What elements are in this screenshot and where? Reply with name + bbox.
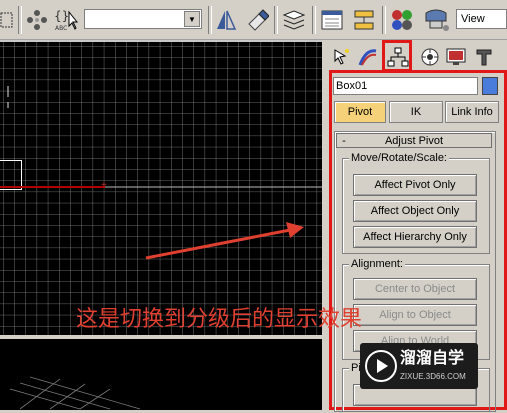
watermark-brand: 溜溜自学 (400, 348, 465, 367)
reference-coordinate-field[interactable]: View (456, 9, 507, 29)
annotation-arrow (145, 222, 304, 260)
object-color-swatch[interactable] (482, 77, 498, 95)
affect-object-only-button[interactable]: Affect Object Only (353, 200, 477, 222)
adjust-pivot-rollout-header[interactable]: - Adjust Pivot (336, 133, 492, 148)
svg-text:ABC: ABC (55, 25, 67, 32)
named-selection-dropdown[interactable]: ▼ (84, 9, 202, 29)
curve-editor-icon[interactable] (318, 6, 346, 34)
object-name-field[interactable]: Box01 (333, 77, 478, 95)
mirror-icon[interactable] (212, 6, 240, 34)
align-icon[interactable] (243, 6, 271, 34)
motion-tab-icon[interactable] (418, 44, 442, 70)
utilities-tab-icon[interactable] (472, 44, 496, 70)
pivot-mode-button[interactable]: Pivot (334, 101, 386, 123)
toolbar-divider (382, 6, 386, 34)
modify-tab-icon[interactable] (356, 44, 380, 70)
annotation-text: 这是切换到分级后的显示效果 (76, 307, 363, 332)
pivot-x-axis (0, 186, 105, 188)
center-to-object-button[interactable]: Center to Object (353, 278, 477, 300)
ik-mode-button[interactable]: IK (389, 101, 443, 123)
move-rotate-scale-title: Move/Rotate/Scale: (349, 152, 449, 164)
toolbar-divider (312, 6, 316, 34)
toolbar-divider (18, 6, 22, 34)
select-by-name-icon[interactable]: {} ABC (52, 6, 80, 34)
selection-filter-icon[interactable] (24, 6, 50, 34)
watermark-logo: 溜溜自学 ZIXUE.3D66.COM (360, 343, 478, 389)
material-editor-icon[interactable] (388, 6, 416, 34)
create-tab-icon[interactable] (330, 44, 354, 70)
render-setup-icon[interactable] (420, 6, 454, 34)
svg-text:{}: {} (54, 9, 69, 23)
main-toolbar: {} ABC ▼ View (0, 0, 507, 40)
play-logo-icon (365, 350, 397, 382)
viewport-grid (0, 42, 322, 337)
lower-viewport-grid (9, 376, 141, 410)
affect-pivot-only-button[interactable]: Affect Pivot Only (353, 174, 477, 196)
layer-manager-icon[interactable] (280, 6, 308, 34)
watermark-url: ZIXUE.3D66.COM (400, 372, 466, 381)
toolbar-divider (274, 6, 278, 34)
highlight-frame-hierarchy-tab (382, 40, 412, 72)
affect-hierarchy-only-button[interactable]: Affect Hierarchy Only (353, 226, 477, 248)
lower-viewport[interactable] (0, 339, 322, 410)
schematic-view-icon[interactable] (350, 6, 378, 34)
rollout-title: Adjust Pivot (384, 134, 444, 147)
select-region-icon[interactable] (0, 6, 14, 34)
link-info-mode-button[interactable]: Link Info (445, 101, 499, 123)
alignment-title: Alignment: (349, 258, 405, 270)
rollout-collapse-toggle[interactable]: - (337, 135, 351, 147)
perspective-viewport[interactable]: + (0, 40, 322, 337)
display-tab-icon[interactable] (444, 44, 468, 70)
axis-tick-icon: + (101, 180, 107, 191)
chevron-down-icon[interactable]: ▼ (184, 11, 200, 27)
